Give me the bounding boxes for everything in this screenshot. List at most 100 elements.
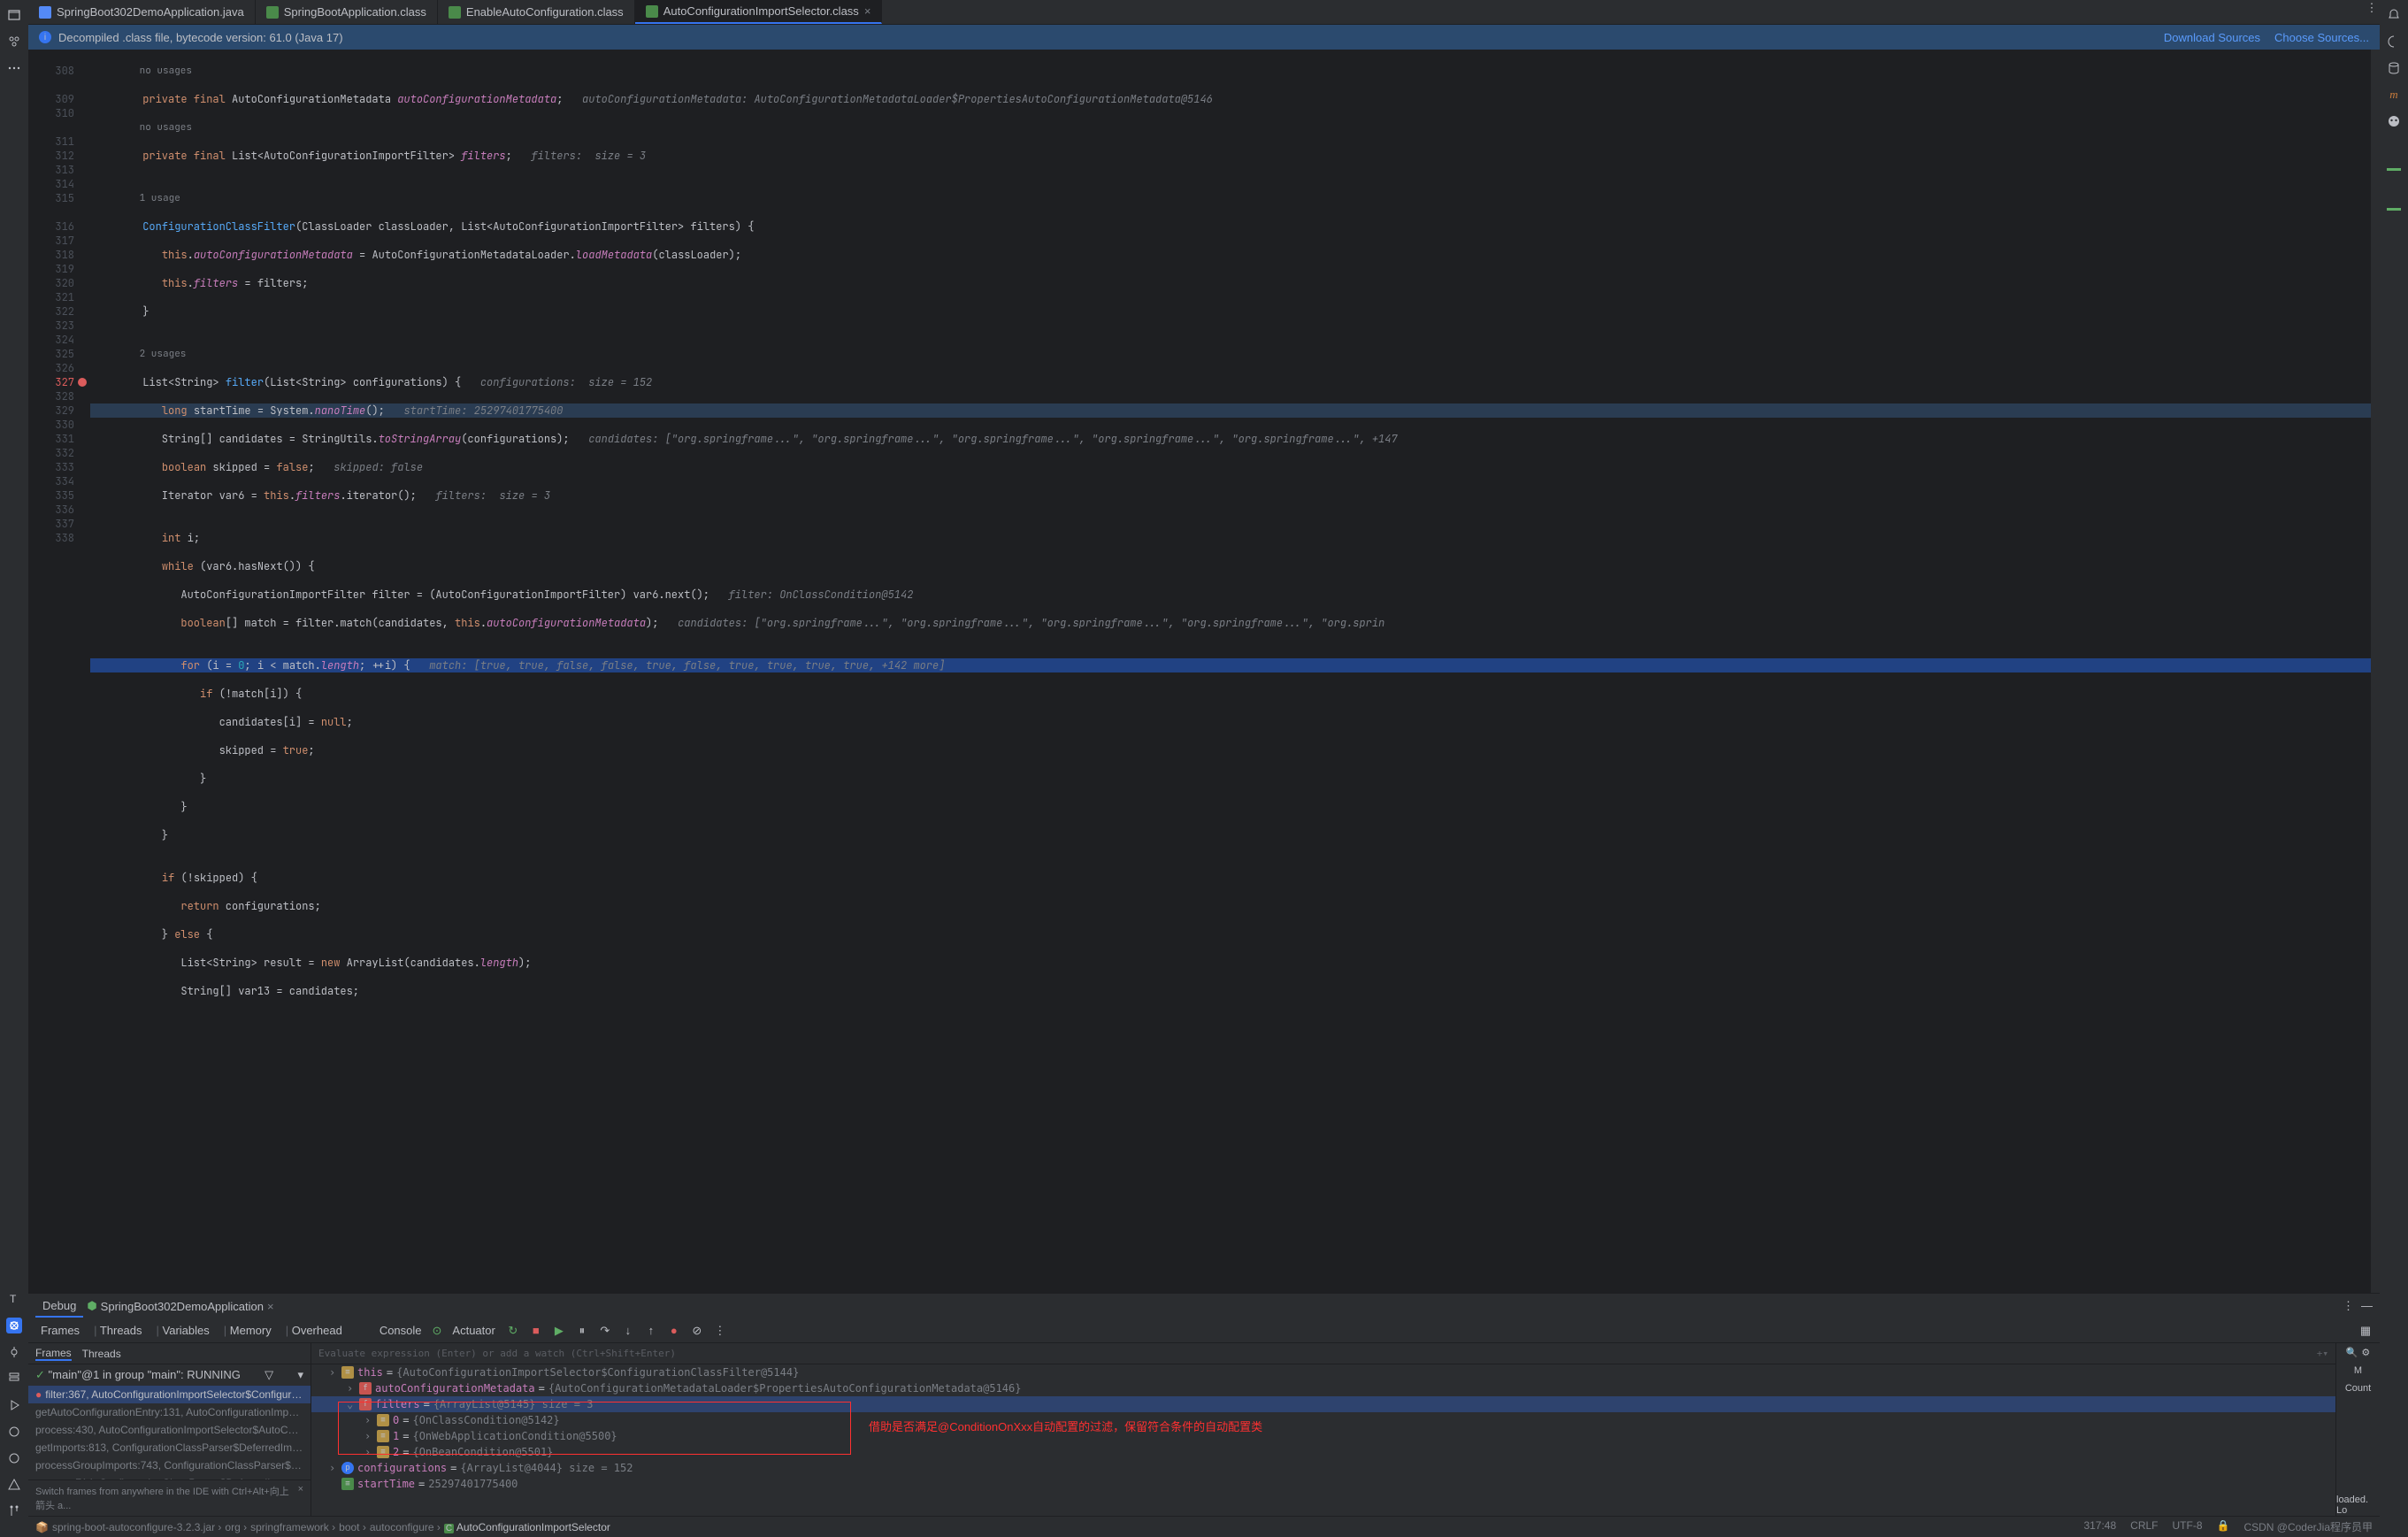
memory-subtab[interactable]: Memory: [219, 1322, 277, 1339]
vcs-icon[interactable]: [6, 1503, 22, 1519]
minimap[interactable]: [2371, 50, 2380, 1293]
copilot-icon[interactable]: [2386, 113, 2402, 129]
step-over-icon[interactable]: ↷: [598, 1324, 612, 1338]
frames-panel: FramesThreads ✓ "main"@1 in group "main"…: [28, 1343, 311, 1516]
annotation-text: 借助是否满足@ConditionOnXxx自动配置的过滤，保留符合条件的自动配置…: [869, 1418, 1262, 1434]
frame-row[interactable]: process:430, AutoConfigurationImportSele…: [28, 1421, 311, 1439]
stop-icon[interactable]: ■: [529, 1324, 543, 1338]
decompiled-info-bar: i Decompiled .class file, bytecode versio…: [28, 25, 2380, 50]
download-sources-link[interactable]: Download Sources: [2164, 31, 2260, 44]
threads-inner-tab[interactable]: Threads: [82, 1348, 121, 1360]
encoding[interactable]: UTF-8: [2173, 1519, 2203, 1534]
line-separator[interactable]: CRLF: [2130, 1519, 2158, 1534]
mute-icon[interactable]: ⊘: [690, 1324, 704, 1338]
watch-panel: 🔍⚙ M Count loaded. Lo: [2335, 1343, 2380, 1516]
cursor-position[interactable]: 317:48: [2083, 1519, 2116, 1534]
layout-icon[interactable]: ▦: [2358, 1324, 2373, 1338]
watch-m: M: [2354, 1365, 2362, 1376]
info-icon: i: [39, 31, 51, 43]
ai-icon[interactable]: [2386, 34, 2402, 50]
right-toolbar: m: [2380, 0, 2408, 1537]
project-icon[interactable]: [6, 7, 22, 23]
frame-row[interactable]: processGroupImports:743, ConfigurationCl…: [28, 1456, 311, 1474]
variables-subtab[interactable]: Variables: [151, 1322, 215, 1339]
tab-autoconfig-class[interactable]: AutoConfigurationImportSelector.class×: [635, 0, 883, 24]
warning-icon[interactable]: [6, 1477, 22, 1493]
readonly-icon[interactable]: 🔒: [2217, 1519, 2230, 1534]
notifications-icon[interactable]: [2386, 7, 2402, 23]
overhead-subtab[interactable]: Overhead: [280, 1322, 348, 1339]
filter-icon[interactable]: ▽: [265, 1368, 273, 1382]
var-row[interactable]: ›≡ 1 = {OnWebApplicationCondition@5500}: [311, 1428, 2335, 1444]
var-row[interactable]: ›p configurations = {ArrayList@4044} siz…: [311, 1460, 2335, 1476]
text-icon[interactable]: T: [6, 1291, 22, 1307]
breakpoints-icon[interactable]: ●: [667, 1324, 681, 1338]
step-into-icon[interactable]: ↓: [621, 1324, 635, 1338]
variables-tree: 借助是否满足@ConditionOnXxx自动配置的过滤，保留符合条件的自动配置…: [311, 1364, 2335, 1516]
variables-panel: Evaluate expression (Enter) or add a wat…: [311, 1343, 2335, 1516]
close-debug-config-icon[interactable]: ×: [267, 1300, 274, 1313]
resume-icon[interactable]: ▶: [552, 1324, 566, 1338]
maven-icon[interactable]: m: [2386, 87, 2402, 103]
frame-row[interactable]: ●filter:367, AutoConfigurationImportSele…: [28, 1386, 311, 1403]
more-actions-icon[interactable]: ⋮: [713, 1324, 727, 1338]
var-row[interactable]: ›≡ 0 = {OnClassCondition@5142}: [311, 1412, 2335, 1428]
actuator-icon: ⊙: [433, 1324, 442, 1338]
var-row[interactable]: ›≡ this = {AutoConfigurationImportSelect…: [311, 1364, 2335, 1380]
evaluate-input[interactable]: Evaluate expression (Enter) or add a wat…: [318, 1348, 676, 1359]
var-row[interactable]: ›≡ 2 = {OnBeanCondition@5501}: [311, 1444, 2335, 1460]
add-watch-icon[interactable]: +: [2317, 1348, 2323, 1359]
minimize-debug-icon[interactable]: —: [2361, 1299, 2373, 1313]
tab-app-java[interactable]: SpringBoot302DemoApplication.java: [28, 0, 256, 24]
watch-count: Count: [2345, 1383, 2371, 1394]
frame-row[interactable]: getImports:813, ConfigurationClassParser…: [28, 1439, 311, 1456]
frame-row[interactable]: getAutoConfigurationEntry:131, AutoConfi…: [28, 1403, 311, 1421]
var-row[interactable]: ›f autoConfigurationMetadata = {AutoConf…: [311, 1380, 2335, 1396]
more-icon[interactable]: [6, 60, 22, 76]
rerun-icon[interactable]: ↻: [506, 1324, 520, 1338]
dropdown-icon[interactable]: ▾: [297, 1368, 303, 1382]
clock-icon[interactable]: [6, 1450, 22, 1466]
frames-inner-tab[interactable]: Frames: [35, 1347, 72, 1361]
debug-tab[interactable]: Debug: [35, 1295, 83, 1318]
tab-springboot-class[interactable]: SpringBootApplication.class: [256, 0, 438, 24]
info-text: Decompiled .class file, bytecode version…: [58, 31, 343, 44]
close-icon[interactable]: ×: [864, 4, 871, 18]
debug-config-name: SpringBoot302DemoApplication: [101, 1300, 264, 1313]
actuator-tab[interactable]: Actuator: [452, 1324, 495, 1337]
structure-icon[interactable]: [6, 34, 22, 50]
gear-icon[interactable]: ⚙: [2361, 1347, 2370, 1358]
gutter: 308 309310 311312313314315 3163173183193…: [28, 50, 90, 1293]
console-tab[interactable]: Console: [380, 1324, 422, 1337]
tab-enableauto-class[interactable]: EnableAutoConfiguration.class: [438, 0, 635, 24]
commit-icon[interactable]: [6, 1344, 22, 1360]
frames-subtab[interactable]: Frames: [35, 1322, 85, 1339]
svg-text:T: T: [10, 1293, 17, 1305]
step-out-icon[interactable]: ↑: [644, 1324, 658, 1338]
thread-selector[interactable]: ✓ "main"@1 in group "main": RUNNING▽▾: [28, 1364, 311, 1386]
jar-icon: 📦: [35, 1521, 49, 1533]
breadcrumb[interactable]: 📦 spring-boot-autoconfigure-3.2.3.jar or…: [35, 1521, 610, 1533]
left-toolbar: T: [0, 0, 28, 1537]
leaf-icon: ⬢: [87, 1299, 96, 1313]
frames-hint: Switch frames from anywhere in the IDE w…: [35, 1484, 298, 1512]
search-icon[interactable]: 🔍: [2346, 1347, 2358, 1358]
marker-1: [2387, 168, 2401, 171]
stop-icon[interactable]: [6, 1424, 22, 1440]
marker-2: [2387, 208, 2401, 211]
history-icon[interactable]: ▾: [2322, 1348, 2328, 1359]
run-icon[interactable]: [6, 1397, 22, 1413]
threads-subtab[interactable]: Threads: [88, 1322, 147, 1339]
var-row[interactable]: ⌄f filters = {ArrayList@5145} size = 3: [311, 1396, 2335, 1412]
code-editor[interactable]: 308 309310 311312313314315 3163173183193…: [28, 50, 2380, 1293]
var-row[interactable]: ≡ startTime = 25297401775400: [311, 1476, 2335, 1492]
choose-sources-link[interactable]: Choose Sources...: [2274, 31, 2369, 44]
debug-icon[interactable]: [6, 1318, 22, 1333]
watch-loaded: loaded. Lo: [2336, 1495, 2380, 1516]
more-tabs-icon[interactable]: ⋮: [2364, 0, 2380, 16]
database-icon[interactable]: [2386, 60, 2402, 76]
close-hint-icon[interactable]: ×: [298, 1484, 303, 1512]
more-debug-icon[interactable]: ⋮: [2343, 1299, 2354, 1313]
db-icon[interactable]: [6, 1371, 22, 1387]
pause-icon[interactable]: ⏸: [575, 1324, 589, 1338]
